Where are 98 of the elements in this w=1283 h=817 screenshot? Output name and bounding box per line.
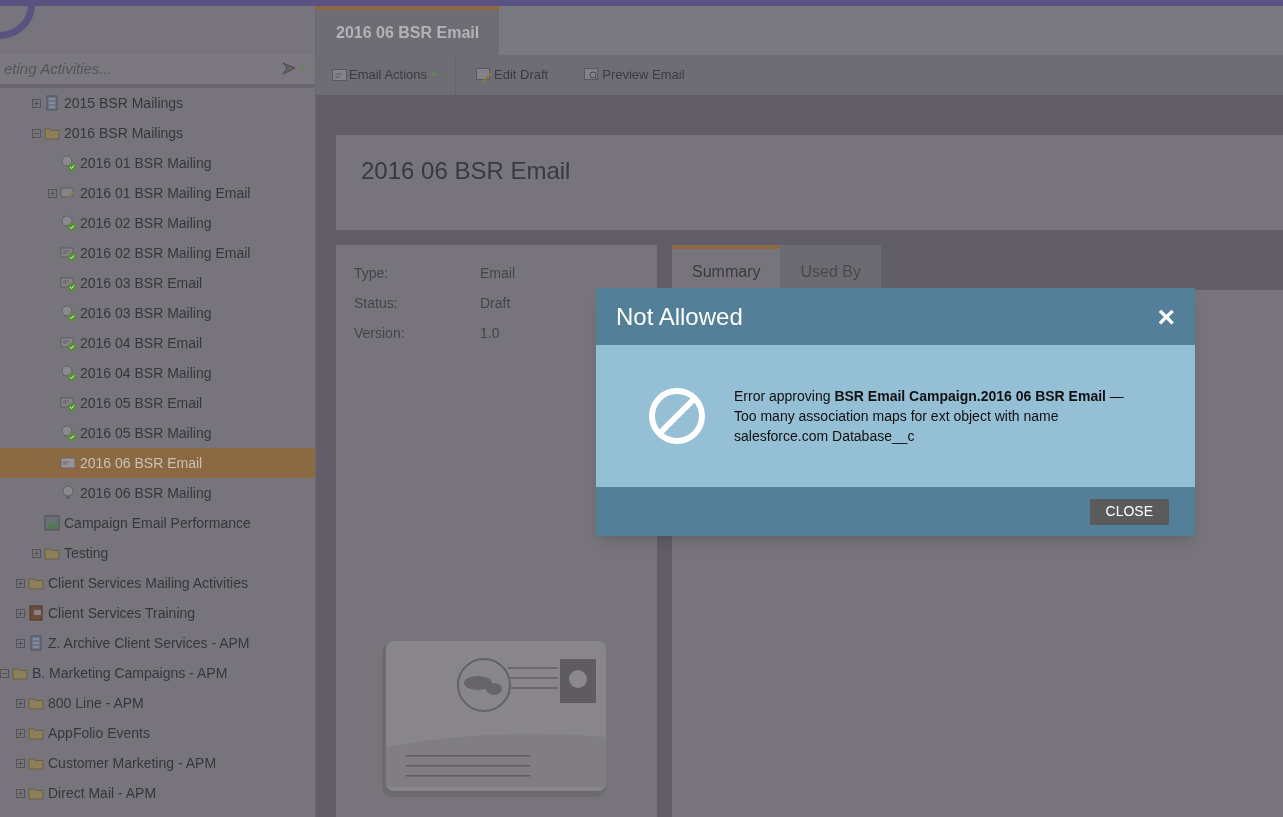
tree-item-label: 2016 05 BSR Mailing xyxy=(80,423,212,443)
tree-item[interactable]: 2016 04 BSR Mailing xyxy=(0,358,315,388)
dialog-title: Not Allowed xyxy=(616,301,743,332)
tree-item-label: 2016 06 BSR Mailing xyxy=(80,483,212,503)
tree-item-label: 2016 04 BSR Email xyxy=(80,333,203,353)
expand-icon[interactable] xyxy=(16,578,25,588)
email-pencil-icon xyxy=(60,185,76,201)
error-message: Error approving BSR Email Campaign.2016 06 BSR Email — Too many association maps for ext object with name salesforce.com Database__c xyxy=(734,387,1125,446)
collapse-icon[interactable] xyxy=(0,668,9,678)
email-check-icon xyxy=(60,275,76,291)
bulb-check-icon xyxy=(60,305,76,321)
document-tab[interactable]: 2016 06 BSR Email xyxy=(316,6,500,55)
tree-item[interactable]: Client Services Training xyxy=(0,598,315,628)
expand-icon[interactable] xyxy=(16,608,25,618)
dropdown-icon xyxy=(429,71,440,79)
expand-icon[interactable] xyxy=(32,98,41,108)
tree-item-label: B. Marketing Campaigns - APM xyxy=(32,663,228,683)
tree-item-label: 2016 04 BSR Mailing xyxy=(80,363,212,383)
tree-item[interactable]: 2016 05 BSR Email xyxy=(0,388,315,418)
tree-item[interactable]: 2016 06 BSR Mailing xyxy=(0,478,315,508)
folder-icon xyxy=(28,726,44,740)
tree-item[interactable]: Campaign Email Performance xyxy=(0,508,315,538)
tree-item[interactable]: 800 Line - APM xyxy=(0,688,315,718)
expand-icon[interactable] xyxy=(16,698,25,708)
tree-item-label: AppFolio Events xyxy=(48,723,150,743)
tree-item[interactable]: AppFolio Events xyxy=(0,718,315,748)
email-pencil-icon xyxy=(476,68,493,82)
tree-item-label: Customer Marketing - APM xyxy=(48,753,217,773)
prohibited-icon xyxy=(648,387,706,445)
bulb-check-icon xyxy=(60,425,76,441)
tree-item[interactable]: Testing xyxy=(0,538,315,568)
bulb-check-icon xyxy=(60,155,76,171)
tree-item-label: 800 Line - APM xyxy=(48,693,144,713)
tree-item[interactable]: Customer Marketing - APM xyxy=(0,748,315,778)
folder-icon xyxy=(44,546,60,560)
tree-item[interactable]: 2016 05 BSR Mailing xyxy=(0,418,315,448)
expand-icon[interactable] xyxy=(16,728,25,738)
chart-icon xyxy=(44,515,60,531)
folder-icon xyxy=(28,756,44,770)
expand-icon[interactable] xyxy=(16,788,25,798)
tree-item[interactable]: Z. Archive Client Services - APM xyxy=(0,628,315,658)
email-icon xyxy=(60,455,76,471)
folder-icon xyxy=(28,696,44,710)
close-button[interactable]: × xyxy=(1157,301,1175,332)
tree-item[interactable]: 2016 03 BSR Email xyxy=(0,268,315,298)
tree-item[interactable]: 2016 02 BSR Mailing Email xyxy=(0,238,315,268)
tree-item-label: 2016 03 BSR Email xyxy=(80,273,203,293)
tree-item-label: Campaign Email Performance xyxy=(64,513,251,533)
tree-item[interactable]: Direct Mail - APM xyxy=(0,778,315,808)
book-icon xyxy=(28,605,44,621)
tree-item-label: 2016 BSR Mailings xyxy=(64,123,184,143)
bulb-icon xyxy=(60,485,76,501)
tree-item-label: 2016 06 BSR Email xyxy=(80,453,203,473)
filter-dropdown-icon xyxy=(281,61,307,77)
tree-item-label: 2016 02 BSR Mailing xyxy=(80,213,212,233)
magnifier-email-icon xyxy=(584,68,601,82)
tree-item-label: 2016 01 BSR Mailing Email xyxy=(80,183,251,203)
cabinet-icon xyxy=(44,95,60,111)
expand-icon[interactable] xyxy=(16,758,25,768)
expand-icon[interactable] xyxy=(48,188,57,198)
bulb-check-icon xyxy=(60,215,76,231)
tree-item[interactable]: 2016 03 BSR Mailing xyxy=(0,298,315,328)
collapse-icon[interactable] xyxy=(32,128,41,138)
page-title: 2016 06 BSR Email xyxy=(361,157,571,184)
tree-item-label: 2016 01 BSR Mailing xyxy=(80,153,212,173)
email-check-icon xyxy=(60,335,76,351)
tree-item[interactable]: Client Services Mailing Activities xyxy=(0,568,315,598)
tree-item-label: Client Services Mailing Activities xyxy=(48,573,248,593)
email-icon xyxy=(332,69,347,81)
tree-item[interactable]: 2016 02 BSR Mailing xyxy=(0,208,315,238)
tree-item-label: Z. Archive Client Services - APM xyxy=(48,633,250,653)
tree-item-label: 2016 05 BSR Email xyxy=(80,393,203,413)
tree-item[interactable]: 2016 04 BSR Email xyxy=(0,328,315,358)
email-check-icon xyxy=(60,395,76,411)
tree-item-label: 2016 02 BSR Mailing Email xyxy=(80,243,251,263)
tree-item-label: 2016 03 BSR Mailing xyxy=(80,303,212,323)
tree-item[interactable]: 2016 01 BSR Mailing xyxy=(0,148,315,178)
expand-icon[interactable] xyxy=(32,548,41,558)
folder-icon xyxy=(12,666,28,680)
close-button[interactable]: CLOSE xyxy=(1089,498,1169,525)
tree-item[interactable]: B. Marketing Campaigns - APM xyxy=(0,658,315,688)
folder-icon xyxy=(44,126,60,140)
tree-item-label: Client Services Training xyxy=(48,603,196,623)
folder-icon xyxy=(28,786,44,800)
email-check-icon xyxy=(60,245,76,261)
tree-item[interactable]: 2016 BSR Mailings xyxy=(0,118,315,148)
folder-icon xyxy=(28,576,44,590)
tree-item-label: 2015 BSR Mailings xyxy=(64,93,184,113)
bulb-check-icon xyxy=(60,365,76,381)
tree-item[interactable]: 2016 06 BSR Email xyxy=(0,448,315,478)
cabinet-icon xyxy=(28,635,44,651)
filter-button[interactable] xyxy=(273,54,315,84)
expand-icon[interactable] xyxy=(16,638,25,648)
panel-tab[interactable]: Summary xyxy=(672,245,781,290)
tree-item-label: Direct Mail - APM xyxy=(48,783,157,803)
tree-item[interactable]: 2016 01 BSR Mailing Email xyxy=(0,178,315,208)
tree-item[interactable]: 2015 BSR Mailings xyxy=(0,88,315,118)
tree-item-label: Testing xyxy=(64,543,109,563)
